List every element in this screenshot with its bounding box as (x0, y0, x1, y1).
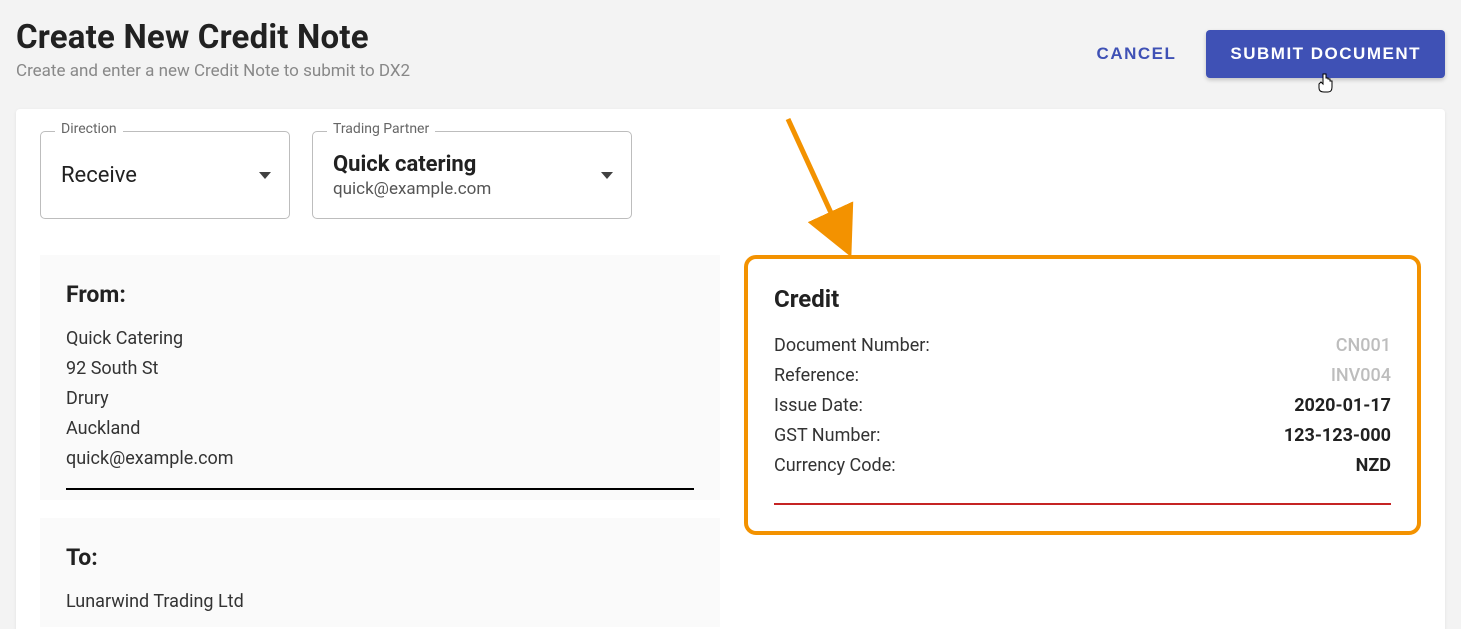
partner-inner: Quick catering quick@example.com (333, 152, 491, 199)
trading-partner-select[interactable]: Trading Partner Quick catering quick@exa… (312, 131, 632, 219)
doc-number-label: Document Number: (774, 331, 930, 361)
from-email: quick@example.com (66, 444, 694, 474)
direction-select[interactable]: Direction Receive (40, 131, 290, 219)
page-title: Create New Credit Note (16, 18, 410, 57)
submit-button-label: SUBMIT DOCUMENT (1230, 44, 1421, 63)
gst-number-value: 123-123-000 (1284, 421, 1391, 451)
gst-number-label: GST Number: (774, 421, 880, 451)
from-region: Auckland (66, 414, 694, 444)
chevron-down-icon (601, 172, 613, 179)
doc-number-value: CN001 (1336, 331, 1391, 361)
columns: From: Quick Catering 92 South St Drury A… (40, 255, 1421, 629)
credit-divider (774, 503, 1391, 505)
credit-row-issue-date: Issue Date: 2020-01-17 (774, 391, 1391, 421)
credit-row-currency: Currency Code: NZD (774, 451, 1391, 481)
title-block: Create New Credit Note Create and enter … (16, 18, 410, 81)
from-street: 92 South St (66, 354, 694, 384)
trading-partner-label: Trading Partner (327, 121, 435, 137)
submit-document-button[interactable]: SUBMIT DOCUMENT (1206, 30, 1445, 78)
from-city: Drury (66, 384, 694, 414)
from-panel: From: Quick Catering 92 South St Drury A… (40, 255, 720, 500)
to-company: Lunarwind Trading Ltd (66, 587, 694, 617)
partner-name: Quick catering (333, 152, 491, 177)
left-column: From: Quick Catering 92 South St Drury A… (40, 255, 720, 629)
currency-code-value: NZD (1356, 451, 1391, 481)
header-actions: CANCEL SUBMIT DOCUMENT (1091, 18, 1445, 78)
from-company: Quick Catering (66, 324, 694, 354)
page-subtitle: Create and enter a new Credit Note to su… (16, 61, 410, 81)
form-card: Direction Receive Trading Partner Quick … (16, 109, 1445, 629)
partner-email: quick@example.com (333, 179, 491, 199)
issue-date-label: Issue Date: (774, 391, 863, 421)
from-divider (66, 488, 694, 490)
from-lines: Quick Catering 92 South St Drury Aucklan… (66, 324, 694, 474)
header-row: Create New Credit Note Create and enter … (16, 18, 1445, 81)
reference-label: Reference: (774, 361, 859, 391)
credit-heading: Credit (774, 285, 1391, 313)
pointer-cursor-icon (1318, 73, 1334, 98)
direction-value: Receive (61, 163, 137, 188)
to-heading: To: (66, 544, 694, 571)
currency-code-label: Currency Code: (774, 451, 896, 481)
direction-label: Direction (55, 121, 123, 137)
credit-row-doc-number: Document Number: CN001 (774, 331, 1391, 361)
credit-row-reference: Reference: INV004 (774, 361, 1391, 391)
reference-value: INV004 (1331, 361, 1391, 391)
chevron-down-icon (259, 172, 271, 179)
credit-row-gst: GST Number: 123-123-000 (774, 421, 1391, 451)
from-heading: From: (66, 281, 694, 308)
issue-date-value: 2020-01-17 (1294, 391, 1391, 421)
to-panel: To: Lunarwind Trading Ltd (40, 518, 720, 627)
right-column: Credit Document Number: CN001 Reference:… (744, 255, 1421, 629)
credit-highlight-box: Credit Document Number: CN001 Reference:… (744, 255, 1421, 535)
to-lines: Lunarwind Trading Ltd (66, 587, 694, 617)
cancel-button[interactable]: CANCEL (1091, 43, 1183, 65)
page-root: Create New Credit Note Create and enter … (0, 0, 1461, 629)
selectors-row: Direction Receive Trading Partner Quick … (40, 131, 1421, 219)
